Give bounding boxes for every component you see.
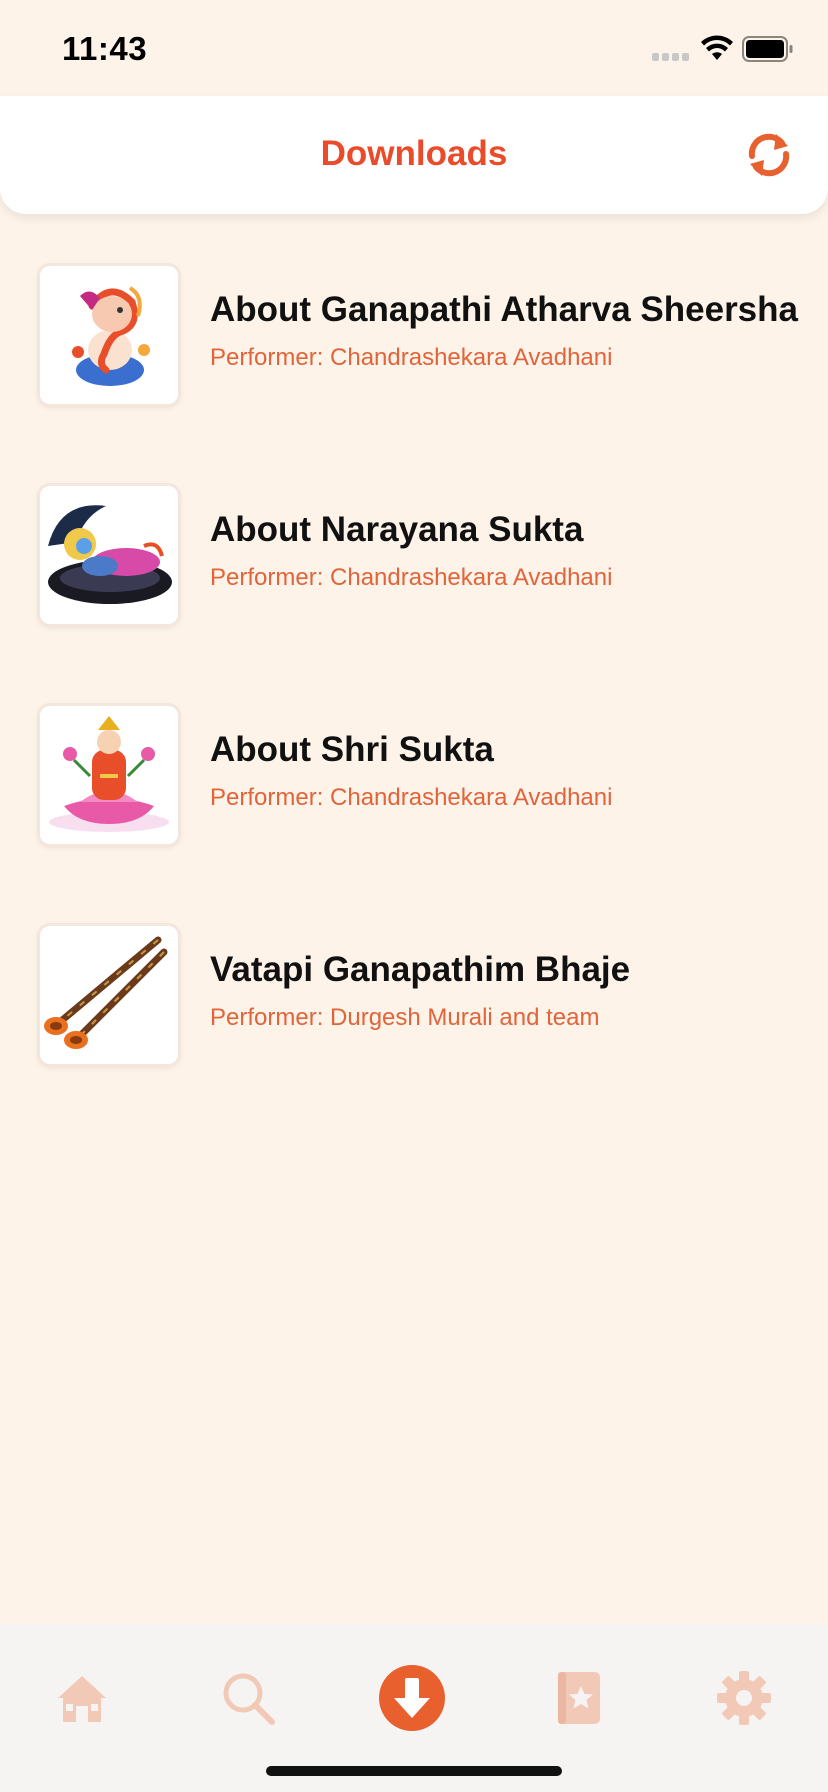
- downloads-screen: 11:43 Downloads About Ganapathi Atharva …: [0, 0, 828, 1792]
- battery-icon: [742, 36, 793, 62]
- list-item[interactable]: About Narayana Sukta Performer: Chandras…: [0, 434, 828, 654]
- tab-favorites[interactable]: [528, 1652, 628, 1742]
- item-performer: Performer: Chandrashekara Avadhani: [210, 564, 613, 591]
- download-icon: [379, 1665, 445, 1731]
- header-bar: Downloads: [0, 96, 828, 214]
- home-indicator: [266, 1766, 562, 1776]
- item-performer: Performer: Chandrashekara Avadhani: [210, 344, 613, 371]
- status-time: 11:43: [62, 30, 148, 67]
- list-item[interactable]: Vatapi Ganapathim Bhaje Performer: Durge…: [0, 874, 828, 1094]
- list-item[interactable]: About Shri Sukta Performer: Chandrasheka…: [0, 654, 828, 874]
- tab-settings[interactable]: [694, 1652, 794, 1742]
- refresh-icon: [748, 133, 790, 177]
- item-title: About Ganapathi Atharva Sheersha: [210, 290, 798, 329]
- signal-dots-icon: [652, 53, 689, 61]
- search-icon: [223, 1673, 275, 1725]
- status-bar: 11:43: [0, 0, 828, 96]
- tab-downloads[interactable]: [362, 1652, 462, 1742]
- wifi-icon: [701, 35, 733, 60]
- lakshmi-image: [40, 706, 178, 844]
- tab-home[interactable]: [32, 1652, 132, 1742]
- item-performer: Performer: Durgesh Murali and team: [210, 1004, 600, 1031]
- item-title: About Shri Sukta: [210, 730, 494, 769]
- refresh-button[interactable]: [740, 126, 798, 184]
- item-title: Vatapi Ganapathim Bhaje: [210, 950, 631, 989]
- narayana-image: [40, 486, 178, 624]
- page-title: Downloads: [320, 134, 508, 173]
- item-performer: Performer: Chandrashekara Avadhani: [210, 784, 613, 811]
- item-title: About Narayana Sukta: [210, 510, 584, 549]
- home-icon: [58, 1676, 106, 1722]
- tab-search[interactable]: [198, 1652, 298, 1742]
- nadaswaram-image: [40, 926, 178, 1064]
- settings-gear-icon: [717, 1671, 771, 1725]
- list-item[interactable]: About Ganapathi Atharva Sheersha Perform…: [0, 214, 828, 434]
- favorites-book-icon: [558, 1672, 600, 1724]
- ganapathi-image: [40, 266, 178, 404]
